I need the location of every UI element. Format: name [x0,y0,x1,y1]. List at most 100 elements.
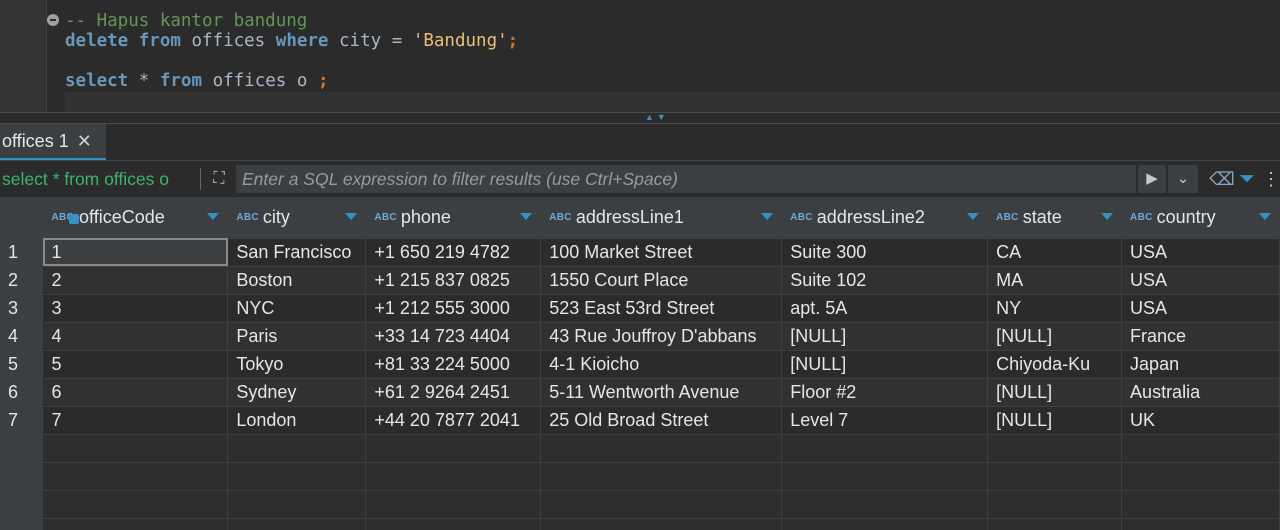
table-cell[interactable]: +81 33 224 5000 [365,350,542,379]
table-cell[interactable]: NY [987,294,1123,323]
table-cell[interactable]: 43 Rue Jouffroy D'abbans [540,322,783,351]
table-cell[interactable]: CA [987,238,1123,267]
table-cell[interactable]: 7 [42,406,229,435]
table-cell[interactable]: USA [1121,266,1280,295]
table-cell[interactable]: Japan [1121,350,1280,379]
table-cell[interactable]: 3 [42,294,229,323]
table-cell[interactable]: Chiyoda-Ku [987,350,1123,379]
active-query-label[interactable]: select * from offices o [2,169,169,190]
table-cell[interactable]: 2 [42,266,229,295]
sort-dropdown-icon[interactable] [520,213,533,220]
column-header-1[interactable]: ABC city [227,197,367,239]
table-row[interactable]: 4 4 Paris +33 14 723 4404 43 Rue Jouffroy D'… [0,322,1280,351]
filter-settings-button[interactable]: ⏷ [1236,165,1258,193]
table-cell[interactable]: San Francisco [227,238,367,267]
table-cell[interactable]: MA [987,266,1123,295]
table-cell[interactable]: Suite 102 [781,266,989,295]
table-row[interactable]: 6 6 Sydney +61 2 9264 2451 5-11 Wentworth Av… [0,378,1280,407]
table-cell[interactable]: +33 14 723 4404 [365,322,542,351]
more-options-button[interactable]: ⋮ [1262,165,1280,193]
table-cell[interactable]: 100 Market Street [540,238,783,267]
row-number[interactable]: 2 [0,266,44,295]
table-cell[interactable]: 5-11 Wentworth Avenue [540,378,783,407]
row-number[interactable]: 6 [0,378,44,407]
sql-editor[interactable]: -- Hapus kantor bandung delete from offi… [0,0,1280,112]
table-cell[interactable]: France [1121,322,1280,351]
empty-cell [227,490,367,519]
column-header-label: city [262,206,290,227]
sort-dropdown-icon[interactable] [1101,213,1114,220]
table-cell[interactable]: +1 650 219 4782 [365,238,542,267]
row-number[interactable]: 4 [0,322,44,351]
table-cell[interactable]: Floor #2 [781,378,989,407]
table-cell[interactable]: +44 20 7877 2041 [365,406,542,435]
filter-history-button[interactable]: ⌄ [1168,165,1198,193]
table-cell[interactable]: [NULL] [781,322,989,351]
table-cell[interactable]: Tokyo [227,350,367,379]
expand-icon[interactable]: ⛶ [208,168,230,190]
row-number[interactable]: 7 [0,406,44,435]
table-cell[interactable]: 523 East 53rd Street [540,294,783,323]
table-cell[interactable]: NYC [227,294,367,323]
table-cell[interactable]: UK [1121,406,1280,435]
table-cell[interactable]: Australia [1121,378,1280,407]
table-cell[interactable]: London [227,406,367,435]
table-row[interactable]: 5 5 Tokyo +81 33 224 5000 4-1 Kioicho [NULL] C… [0,350,1280,379]
table-row[interactable]: 2 2 Boston +1 215 837 0825 1550 Court Place S… [0,266,1280,295]
column-header-5[interactable]: ABC state [987,197,1123,239]
column-header-2[interactable]: ABC phone [365,197,542,239]
table-cell[interactable]: [NULL] [987,378,1123,407]
table-cell[interactable]: 4-1 Kioicho [540,350,783,379]
table-cell[interactable]: +1 212 555 3000 [365,294,542,323]
table-cell[interactable]: +61 2 9264 2451 [365,378,542,407]
string-type-icon: ABC [996,211,1019,223]
panel-splitter[interactable] [0,112,1280,124]
table-cell[interactable]: 25 Old Broad Street [540,406,783,435]
sort-dropdown-icon[interactable] [345,213,358,220]
empty-cell [987,434,1123,463]
sort-dropdown-icon[interactable] [761,213,774,220]
grid-corner[interactable] [0,197,44,239]
column-header-3[interactable]: ABC addressLine1 [540,197,783,239]
table-cell[interactable]: 6 [42,378,229,407]
sort-dropdown-icon[interactable] [967,213,980,220]
table-row[interactable]: 3 3 NYC +1 212 555 3000 523 East 53rd Street… [0,294,1280,323]
row-number [0,518,44,530]
table-row[interactable]: 1 1 San Francisco +1 650 219 4782 100 Market… [0,238,1280,267]
fold-collapse-icon[interactable] [47,14,59,26]
table-cell[interactable]: USA [1121,238,1280,267]
empty-cell [365,518,542,530]
table-cell[interactable]: Level 7 [781,406,989,435]
table-cell[interactable]: 1 [42,238,229,267]
clear-filter-button[interactable]: ⌫ [1208,165,1236,193]
sort-dropdown-icon[interactable] [207,213,220,220]
results-grid[interactable]: ABC officeCode ABC city ABC phone ABC addressLi… [0,197,1280,530]
table-cell[interactable]: Sydney [227,378,367,407]
apply-filter-button[interactable]: ▶ [1138,165,1166,193]
table-cell[interactable]: [NULL] [781,350,989,379]
table-cell[interactable]: Boston [227,266,367,295]
row-number[interactable]: 5 [0,350,44,379]
row-number[interactable]: 1 [0,238,44,267]
table-cell[interactable]: 4 [42,322,229,351]
row-number[interactable]: 3 [0,294,44,323]
table-cell[interactable]: [NULL] [987,322,1123,351]
table-cell[interactable]: +1 215 837 0825 [365,266,542,295]
column-header-4[interactable]: ABC addressLine2 [781,197,989,239]
table-cell[interactable]: 5 [42,350,229,379]
empty-cell [365,434,542,463]
table-cell[interactable]: Suite 300 [781,238,989,267]
filter-expression-input[interactable] [236,165,1136,193]
table-cell[interactable]: 1550 Court Place [540,266,783,295]
close-icon[interactable]: ✕ [77,131,92,152]
column-header-0[interactable]: ABC officeCode [42,197,229,239]
table-cell[interactable]: Paris [227,322,367,351]
column-header-6[interactable]: ABC country [1121,197,1280,239]
table-cell[interactable]: apt. 5A [781,294,989,323]
table-row[interactable]: 7 7 London +44 20 7877 2041 25 Old Broad Str… [0,406,1280,435]
tab-offices-1[interactable]: offices 1 ✕ [0,124,106,160]
table-cell[interactable]: [NULL] [987,406,1123,435]
splitter-toggle-icon[interactable]: ▲▼ [645,112,669,122]
table-cell[interactable]: USA [1121,294,1280,323]
sort-dropdown-icon[interactable] [1259,213,1271,220]
